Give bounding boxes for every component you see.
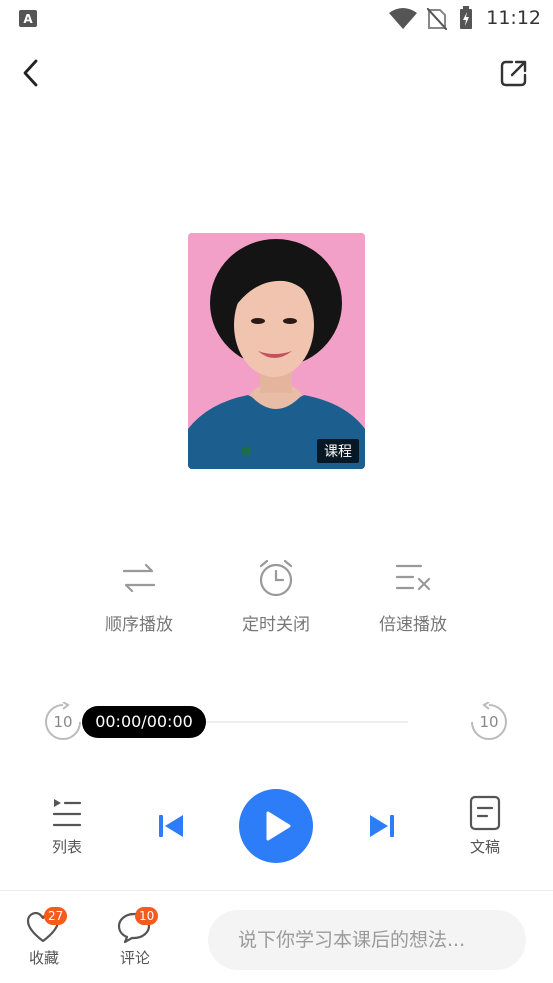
rewind-10-button[interactable]: 10 (43, 702, 83, 742)
no-sim-icon (427, 8, 447, 30)
document-icon (469, 795, 501, 831)
previous-track-icon[interactable] (157, 813, 185, 839)
next-track-icon[interactable] (368, 813, 396, 839)
divider (0, 890, 553, 891)
play-icon (266, 811, 291, 841)
transcript-label: 文稿 (469, 838, 500, 856)
forward-10-button[interactable]: 10 (469, 702, 509, 742)
forward-seconds: 10 (479, 713, 499, 731)
playlist-label: 列表 (51, 838, 82, 856)
progress-thumb-time[interactable]: 00:00/00:00 (82, 706, 206, 738)
comment-label: 评论 (119, 949, 150, 967)
sequential-play-label: 顺序播放 (105, 615, 173, 635)
share-icon[interactable] (499, 58, 529, 88)
sleep-timer-button[interactable]: 定时关闭 (216, 558, 336, 635)
wifi-icon (389, 8, 417, 29)
playback-speed-button[interactable]: 倍速播放 (353, 560, 473, 635)
sequential-play-button[interactable]: 顺序播放 (79, 560, 199, 635)
playback-speed-icon (395, 564, 431, 591)
instructor-portrait (188, 233, 365, 469)
battery-charging-icon (460, 6, 472, 29)
app-notification-icon: A (19, 10, 37, 27)
comment-button[interactable]: 10 评论 (105, 907, 165, 969)
status-time: 11:12 (486, 7, 541, 29)
favorite-count-badge: 27 (44, 907, 68, 925)
playlist-icon (52, 799, 82, 827)
alarm-clock-icon (259, 559, 293, 597)
back-icon[interactable] (18, 58, 46, 88)
svg-text:A: A (23, 12, 33, 26)
favorite-label: 收藏 (28, 949, 59, 967)
transcript-button[interactable]: 文稿 (455, 795, 515, 857)
course-badge: 课程 (317, 439, 359, 463)
playback-speed-label: 倍速播放 (379, 615, 447, 635)
play-button[interactable] (239, 789, 313, 863)
status-bar: A 11:12 (0, 0, 553, 36)
favorite-button[interactable]: 27 收藏 (14, 907, 74, 969)
playlist-button[interactable]: 列表 (37, 797, 97, 857)
comment-input[interactable]: 说下你学习本课后的想法... (208, 910, 526, 970)
rewind-seconds: 10 (53, 713, 73, 731)
sleep-timer-label: 定时关闭 (242, 615, 310, 635)
sequential-play-icon (122, 563, 156, 593)
comment-count-badge: 10 (135, 907, 159, 925)
progress-track[interactable] (206, 721, 408, 723)
course-cover-image: 课程 (188, 233, 365, 469)
